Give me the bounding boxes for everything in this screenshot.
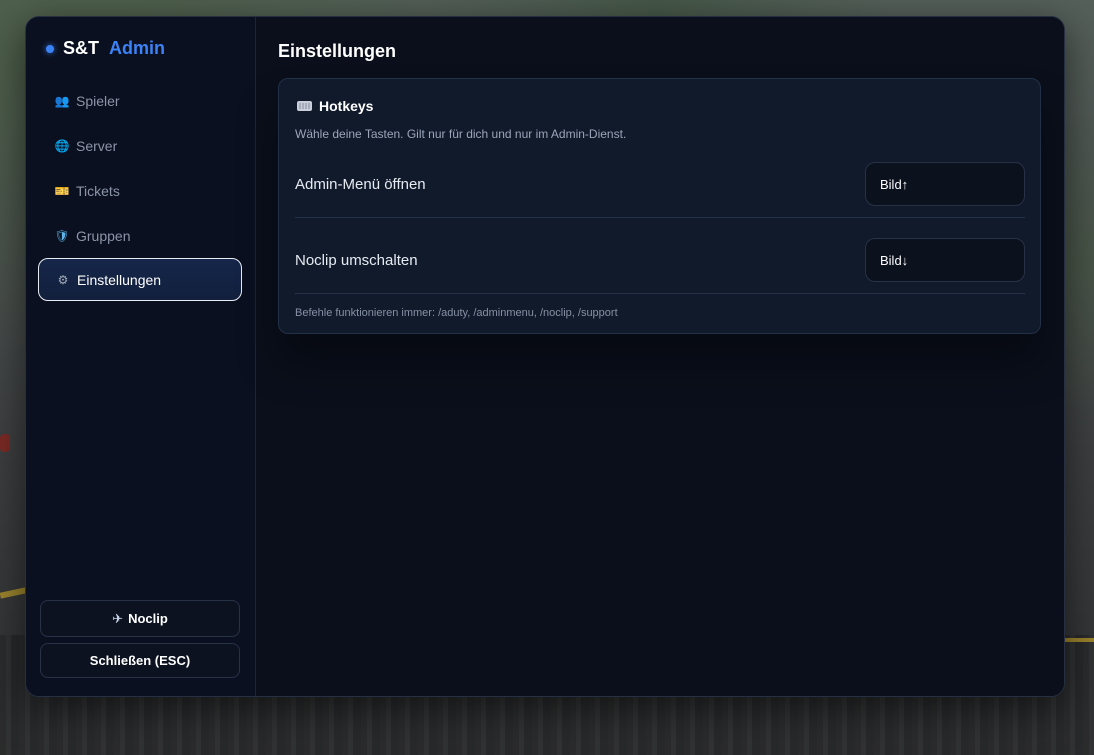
- ticket-icon: 🎫: [54, 183, 70, 198]
- sidebar-item-label: Einstellungen: [77, 271, 162, 288]
- sidebar-item-label: Tickets: [76, 182, 120, 199]
- globe-icon: 🌐: [54, 138, 70, 153]
- sidebar-item-spieler[interactable]: 👥 Spieler: [38, 79, 242, 122]
- page-title: Einstellungen: [278, 41, 397, 61]
- hotkey-input-admin-menu[interactable]: Bild↑: [865, 162, 1025, 206]
- close-button[interactable]: Schließen (ESC): [40, 643, 240, 678]
- hotkeys-description: Wähle deine Tasten. Gilt nur für dich un…: [295, 127, 627, 141]
- brand-name: S&T: [63, 38, 99, 58]
- sidebar-item-einstellungen[interactable]: ⚙ Einstellungen: [38, 258, 242, 301]
- background-road-marking: [0, 587, 27, 599]
- background-road-marking: [1062, 638, 1094, 642]
- status-dot-icon: [46, 44, 54, 53]
- hotkey-label-noclip: Noclip umschalten: [295, 252, 418, 269]
- sidebar-item-gruppen[interactable]: 🛡 Gruppen: [38, 214, 242, 257]
- hotkeys-title: Hotkeys: [319, 98, 374, 114]
- gear-icon: ⚙: [57, 272, 69, 287]
- sidebar: S&T Admin 👥 Spieler 🌐 Server 🎫 Tickets 🛡…: [26, 17, 256, 696]
- sidebar-item-label: Spieler: [76, 92, 120, 109]
- hotkeys-header: Hotkeys: [297, 98, 373, 114]
- background-object: [0, 434, 10, 452]
- sidebar-item-label: Server: [76, 137, 118, 154]
- sidebar-item-label: Gruppen: [76, 227, 131, 244]
- sidebar-item-tickets[interactable]: 🎫 Tickets: [38, 169, 242, 212]
- noclip-button-label: Noclip: [128, 611, 168, 626]
- main-content: Einstellungen Hotkeys Wähle deine Tasten…: [256, 17, 1064, 696]
- shield-icon: 🛡: [54, 228, 70, 243]
- close-button-label: Schließen (ESC): [89, 653, 191, 668]
- airplane-icon: ✈: [112, 610, 124, 626]
- divider: [295, 217, 1025, 218]
- keyboard-icon: [297, 101, 312, 111]
- brand-logo: S&T Admin: [46, 38, 165, 59]
- hotkeys-card: Hotkeys Wähle deine Tasten. Gilt nur für…: [278, 78, 1041, 334]
- hotkey-input-noclip[interactable]: Bild↓: [865, 238, 1025, 282]
- admin-panel-window: S&T Admin 👥 Spieler 🌐 Server 🎫 Tickets 🛡…: [25, 16, 1065, 697]
- divider: [295, 293, 1025, 294]
- noclip-button[interactable]: ✈ Noclip: [40, 600, 240, 637]
- brand-subtitle: Admin: [109, 38, 165, 58]
- people-icon: 👥: [54, 93, 70, 108]
- hotkey-label-admin-menu: Admin-Menü öffnen: [295, 176, 426, 193]
- sidebar-item-server[interactable]: 🌐 Server: [38, 124, 242, 167]
- hotkeys-footer-note: Befehle funktionieren immer: /aduty, /ad…: [295, 307, 618, 319]
